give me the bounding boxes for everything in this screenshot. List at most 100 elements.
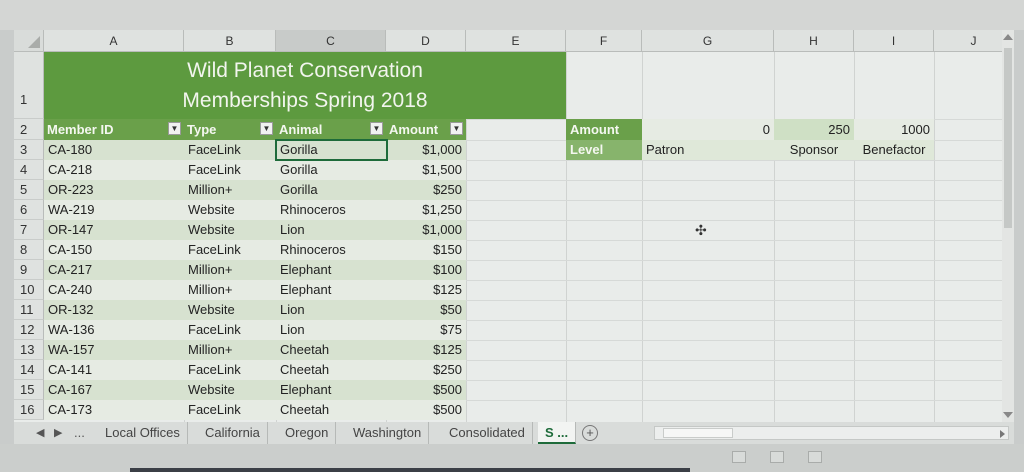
column-header-d[interactable]: D — [386, 30, 466, 52]
lookup-amount-g[interactable]: 0 — [642, 119, 774, 140]
cell-animal[interactable]: Gorilla — [276, 160, 386, 180]
row-header-10[interactable]: 10 — [14, 280, 44, 300]
cell-amount[interactable]: $1,250 — [386, 200, 466, 220]
row-header-6[interactable]: 6 — [14, 200, 44, 220]
scroll-right-icon[interactable] — [1000, 430, 1005, 438]
lookup-level-i[interactable]: Benefactor — [854, 140, 934, 160]
lookup-level-h[interactable]: Sponsor — [774, 140, 854, 160]
row-header-13[interactable]: 13 — [14, 340, 44, 360]
normal-view-icon[interactable] — [732, 451, 746, 463]
filter-dropdown-icon[interactable]: ▼ — [370, 122, 383, 135]
cell-amount[interactable]: $1,000 — [386, 220, 466, 240]
cell-animal[interactable]: Elephant — [276, 380, 386, 400]
tab-active-sheet[interactable]: S ... — [538, 422, 577, 444]
cell-animal[interactable]: Lion — [276, 300, 386, 320]
cell-animal[interactable]: Lion — [276, 220, 386, 240]
column-header-g[interactable]: G — [642, 30, 774, 52]
select-all-corner[interactable] — [14, 30, 44, 52]
column-header-e[interactable]: E — [466, 30, 566, 52]
row-header-9[interactable]: 9 — [14, 260, 44, 280]
cell-type[interactable]: FaceLink — [184, 320, 276, 340]
tab-oregon[interactable]: Oregon — [278, 422, 337, 444]
cell-amount[interactable]: $75 — [386, 320, 466, 340]
cell-type[interactable]: FaceLink — [184, 360, 276, 380]
cell-member-id[interactable]: OR-223 — [44, 180, 184, 200]
row-header-15[interactable]: 15 — [14, 380, 44, 400]
cell-amount[interactable]: $150 — [386, 240, 466, 260]
filter-dropdown-icon[interactable]: ▼ — [260, 122, 273, 135]
column-header-a[interactable]: A — [44, 30, 184, 52]
cell-amount[interactable]: $1,000 — [386, 140, 466, 160]
cell-type[interactable]: Website — [184, 380, 276, 400]
cell-animal[interactable]: Cheetah — [276, 400, 386, 420]
row-header-11[interactable]: 11 — [14, 300, 44, 320]
row-header-2[interactable]: 2 — [14, 119, 44, 140]
header-member-id[interactable]: Member ID ▼ — [44, 119, 184, 140]
cell-amount[interactable]: $125 — [386, 280, 466, 300]
header-amount[interactable]: Amount ▼ — [386, 119, 466, 140]
cell-member-id[interactable]: WA-219 — [44, 200, 184, 220]
cell-member-id[interactable]: CA-150 — [44, 240, 184, 260]
cell-amount[interactable]: $250 — [386, 360, 466, 380]
cell-type[interactable]: Million+ — [184, 260, 276, 280]
cell-member-id[interactable]: OR-147 — [44, 220, 184, 240]
lookup-level-g[interactable]: Patron — [642, 140, 774, 160]
cell-amount[interactable]: $500 — [386, 400, 466, 420]
cell-type[interactable]: FaceLink — [184, 140, 276, 160]
row-header-1[interactable]: 1 — [14, 52, 44, 119]
cell-member-id[interactable]: CA-173 — [44, 400, 184, 420]
row-header-5[interactable]: 5 — [14, 180, 44, 200]
column-header-f[interactable]: F — [566, 30, 642, 52]
lookup-amount-label[interactable]: Amount — [566, 119, 642, 140]
header-type[interactable]: Type ▼ — [184, 119, 276, 140]
cell-type[interactable]: Million+ — [184, 180, 276, 200]
column-header-b[interactable]: B — [184, 30, 276, 52]
horizontal-scrollbar[interactable] — [654, 426, 1009, 440]
tab-washington[interactable]: Washington — [346, 422, 430, 444]
next-sheet-icon[interactable]: ▶ — [54, 422, 62, 444]
cell-amount[interactable]: $1,500 — [386, 160, 466, 180]
cell-animal[interactable]: Gorilla — [276, 180, 386, 200]
cell-member-id[interactable]: OR-132 — [44, 300, 184, 320]
filter-dropdown-icon[interactable]: ▼ — [450, 122, 463, 135]
cell-type[interactable]: FaceLink — [184, 240, 276, 260]
row-header-7[interactable]: 7 — [14, 220, 44, 240]
row-header-4[interactable]: 4 — [14, 160, 44, 180]
filter-dropdown-icon[interactable]: ▼ — [168, 122, 181, 135]
vertical-scrollbar[interactable] — [1002, 30, 1014, 422]
row-header-16[interactable]: 16 — [14, 400, 44, 420]
sheet-title[interactable]: Wild Planet Conservation Memberships Spr… — [44, 52, 566, 119]
cell-type[interactable]: FaceLink — [184, 400, 276, 420]
cell-animal[interactable]: Cheetah — [276, 360, 386, 380]
cell-amount[interactable]: $125 — [386, 340, 466, 360]
page-layout-view-icon[interactable] — [770, 451, 784, 463]
scroll-up-icon[interactable] — [1003, 34, 1013, 40]
cell-member-id[interactable]: CA-141 — [44, 360, 184, 380]
scroll-down-icon[interactable] — [1003, 412, 1013, 418]
cell-member-id[interactable]: CA-240 — [44, 280, 184, 300]
lookup-amount-h[interactable]: 250 — [774, 119, 854, 140]
tab-consolidated[interactable]: Consolidated — [442, 422, 533, 444]
tab-california[interactable]: California — [198, 422, 268, 444]
row-header-8[interactable]: 8 — [14, 240, 44, 260]
cell-type[interactable]: Million+ — [184, 280, 276, 300]
cell-animal[interactable]: Elephant — [276, 280, 386, 300]
worksheet-grid[interactable]: A B C D E F G H I J 1 2 3 4 5 6 7 8 9 10… — [14, 30, 1014, 422]
cell-member-id[interactable]: CA-218 — [44, 160, 184, 180]
cell-member-id[interactable]: WA-157 — [44, 340, 184, 360]
header-animal[interactable]: Animal ▼ — [276, 119, 386, 140]
column-header-h[interactable]: H — [774, 30, 854, 52]
cell-member-id[interactable]: CA-217 — [44, 260, 184, 280]
column-header-i[interactable]: I — [854, 30, 934, 52]
cell-animal[interactable]: Cheetah — [276, 340, 386, 360]
row-header-14[interactable]: 14 — [14, 360, 44, 380]
lookup-level-label[interactable]: Level — [566, 140, 642, 160]
cell-type[interactable]: FaceLink — [184, 160, 276, 180]
cell-member-id[interactable]: CA-167 — [44, 380, 184, 400]
cell-member-id[interactable]: WA-136 — [44, 320, 184, 340]
cell-amount[interactable]: $250 — [386, 180, 466, 200]
cell-type[interactable]: Website — [184, 300, 276, 320]
cell-amount[interactable]: $50 — [386, 300, 466, 320]
cell-type[interactable]: Website — [184, 200, 276, 220]
row-header-3[interactable]: 3 — [14, 140, 44, 160]
